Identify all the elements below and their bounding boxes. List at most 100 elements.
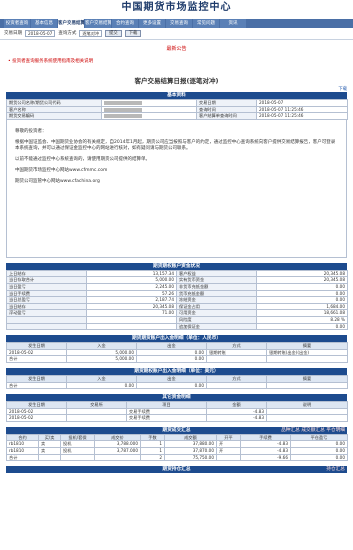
column-header: 买/卖 (38, 433, 61, 442)
table-row: 客户名称 查询时间 2018-05-07 11:25:46 (6, 105, 348, 114)
letter-link[interactable]: 期货公司监管中心网站www.cfachina.org (15, 179, 338, 186)
funds-value: 71.00 (86, 309, 177, 317)
column-header: 成交额 (164, 433, 217, 442)
column-header: 手续费 (240, 433, 291, 442)
basic-label: 客户结算单查询时间 (196, 112, 257, 120)
redacted-mark (104, 101, 142, 105)
cell: 合计 (6, 355, 67, 363)
basic-section-title: 基本资料 (6, 92, 347, 99)
table-row: 风险度 8.28 % (6, 315, 348, 324)
cell: -9.66 (240, 453, 291, 462)
cell: 交易手续费 (126, 407, 207, 416)
table-row: 期货公司名称/期货公司代码 交易日期 2018-05-07 (6, 99, 348, 107)
basic-value (101, 112, 197, 120)
basic-info-table: 期货公司名称/期货公司代码 交易日期 2018-05-07 客户名称 查询时间 2018… (6, 99, 348, 120)
table-header-row: 合约 买/卖 投机/套保 成交价 手数 成交额 开平 手续费 平仓盈亏 (6, 433, 348, 442)
table-row: 当日手续费 57.26 货币充抵金额 0.00 (6, 289, 348, 298)
cell: 投机 (60, 447, 95, 455)
cell: 0.00 (290, 447, 348, 455)
tab-monthly-report[interactable]: 客户交易结算月报 (85, 19, 111, 28)
tab-investor-query[interactable]: 投资者查询 (4, 19, 30, 28)
tab-contract-query[interactable]: 合约查询 (112, 19, 138, 28)
column-header: 投机/套保 (60, 433, 95, 442)
column-header: 发生日期 (6, 374, 67, 383)
trades-section-title: 期货成交汇总 品种汇总 成交额汇总 平仓明细 (6, 426, 347, 434)
cell: -4.83 (240, 440, 291, 449)
funds-value: 2,245.00 (86, 282, 177, 291)
tab-news[interactable]: 资讯 (220, 19, 246, 28)
cell: 1 (140, 440, 165, 449)
type-select[interactable]: 逐笔对冲 (79, 30, 103, 37)
funds-label: 上日结存 (6, 269, 87, 278)
trades-title-text: 期货成交汇总 (162, 427, 191, 433)
funds-label: 浮动盈亏 (6, 309, 87, 317)
funds-label: 当日盈亏 (6, 282, 87, 291)
submit-button[interactable]: 提交 (105, 30, 122, 37)
cell: 5,000.00 (66, 348, 137, 357)
funds-label: 风险度 (176, 315, 257, 324)
notice-link[interactable]: • 投资者查询服务系统使用指南及相关说明 (0, 59, 353, 66)
trades-summary-links[interactable]: 品种汇总 成交额汇总 平仓明细 (281, 427, 345, 434)
cell: 合计 (6, 453, 39, 462)
cell (266, 414, 348, 422)
cell: -4.83 (240, 447, 291, 455)
cell: 37,870.00 (164, 447, 217, 455)
letter-link[interactable]: 中国期货市场监控中心网站www.cfmmc.com (15, 168, 338, 175)
basic-label: 期货公司名称/期货公司代码 (6, 99, 102, 107)
basic-label: 客户名称 (6, 105, 102, 114)
column-header: 开平 (216, 433, 241, 442)
table-total-row: 合计 0.00 0.00 (6, 381, 348, 390)
fees-section-title: 其它资金明细 (6, 394, 347, 402)
funds-value: 13,157.34 (86, 269, 177, 278)
table-row: 当日盈亏 2,245.00 非货币充抵金额 0.00 (6, 282, 348, 291)
column-header: 交易所 (66, 401, 127, 409)
main-tabs: 投资者查询 基本信息 客户交易结算日报 客户交易结算月报 合约查询 更多设置 交… (0, 19, 353, 28)
funds-label: 冻结资金 (176, 296, 257, 304)
cell: 0.00 (136, 348, 207, 357)
table-row: 2018-05-02 5,000.00 0.00 银期转账 银期转账(出金)(出金) (6, 348, 348, 357)
download-button[interactable]: 下载 (124, 30, 142, 37)
table-row: rb1810 卖投机 3,787.000 1 37,870.00 开 -4.83 0.00 (6, 447, 348, 455)
cell (66, 414, 127, 422)
table-total-row: 合计 5,000.00 0.00 (6, 355, 348, 363)
funds-value: 20,345.08 (86, 302, 177, 311)
table-row: 追加保证金 0.00 (6, 322, 348, 331)
tab-basic-info[interactable]: 基本信息 (31, 19, 57, 28)
cell: 投机 (60, 440, 95, 449)
column-header: 手数 (140, 433, 165, 442)
funds-value: 8.28 % (256, 315, 348, 324)
table-row: 当日存取合计 5,000.00 实有货币资金 20,345.08 (6, 276, 348, 284)
holdings-summary-link[interactable]: 持仓汇总 (326, 466, 345, 473)
column-header: 项目 (126, 401, 207, 409)
column-header: 入金 (66, 374, 137, 383)
date-input[interactable]: 2018-05-07 (25, 30, 56, 37)
tab-daily-report[interactable]: 客户交易结算日报 (58, 19, 84, 28)
column-header: 方式 (206, 342, 267, 350)
funds-label: 追加保证金 (176, 322, 257, 331)
cell: 开 (216, 440, 241, 449)
letter-greeting: 尊敬的投资者： (15, 128, 47, 134)
column-header: 发生日期 (6, 401, 67, 409)
funds-value: 20,345.08 (256, 276, 348, 284)
basic-value: 2018-05-07 11:25:46 (256, 112, 348, 120)
inout-usd-section-title: 期货期权账户出入金明细（单位：美元） (6, 367, 347, 375)
tab-trade-query[interactable]: 交易查询 (166, 19, 192, 28)
table-row: 2018-05-02 交易手续费 -4.83 (6, 407, 348, 416)
column-header: 出金 (136, 342, 207, 350)
cell (60, 453, 95, 462)
column-header: 金额 (206, 401, 267, 409)
holdings-section-title: 期货持仓汇总 持仓汇总 (6, 466, 347, 474)
basic-value (101, 99, 197, 107)
funds-label: 当日手续费 (6, 289, 87, 298)
column-header: 发生日期 (6, 342, 67, 350)
tab-faq[interactable]: 常见问题 (193, 19, 219, 28)
cell: 合计 (6, 381, 67, 390)
inout-table: 发生日期 入金 出金 方式 摘要 2018-05-02 5,000.00 0.00 银期转账银… (6, 342, 348, 363)
funds-value: 18,661.08 (256, 309, 348, 317)
holdings-title-text: 期货持仓汇总 (162, 467, 191, 473)
funds-label: 当日总盈亏 (6, 296, 87, 304)
table-header-row: 发生日期 交易所 项目 金额 说明 (6, 401, 348, 409)
basic-label: 交易日期 (196, 99, 257, 107)
letter-paragraph: 以前不能通过监控中心系统查询的，请使用期货公司提供的结算单。 (15, 157, 150, 163)
tab-settings[interactable]: 更多设置 (139, 19, 165, 28)
